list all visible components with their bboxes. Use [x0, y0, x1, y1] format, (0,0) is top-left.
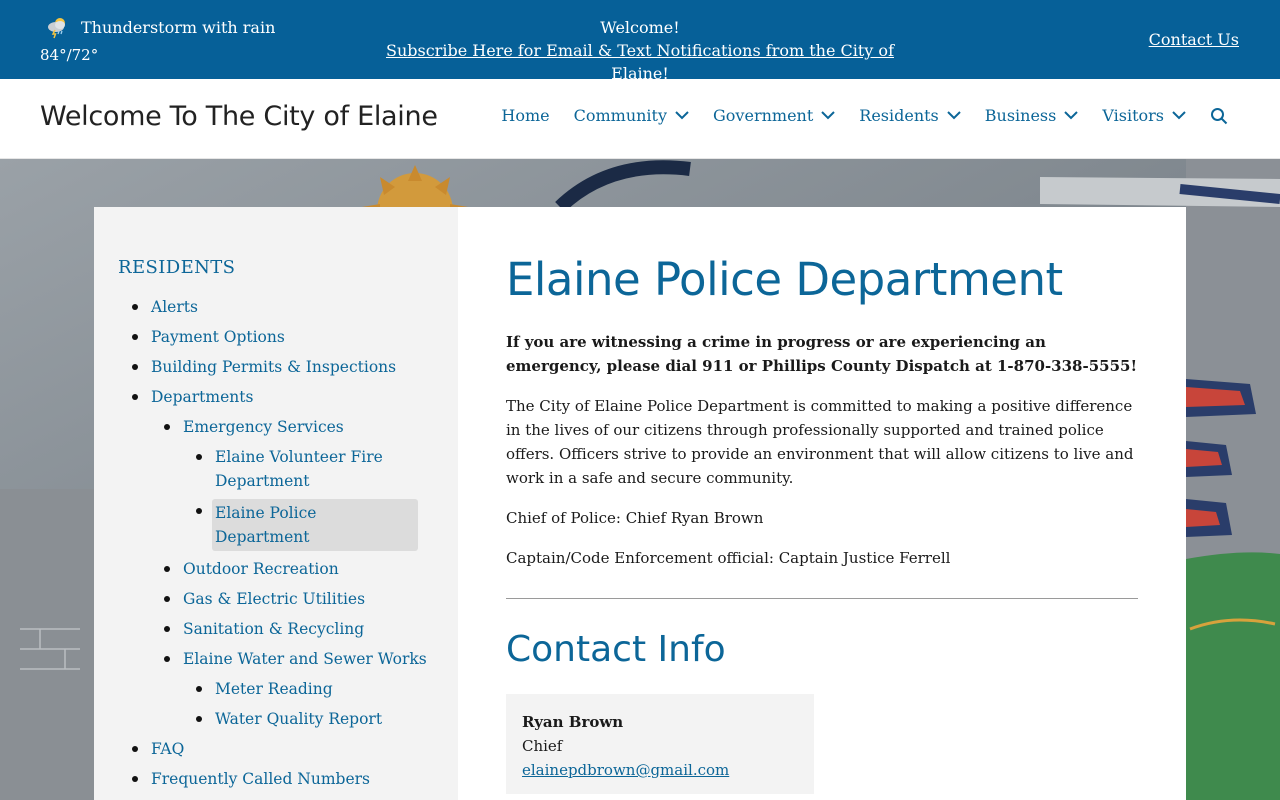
sidebar-link[interactable]: Departments — [151, 388, 253, 406]
page-title: Elaine Police Department — [506, 253, 1063, 306]
captain-info: Captain/Code Enforcement official: Capta… — [506, 549, 951, 567]
nav-home[interactable]: Home — [501, 106, 549, 125]
contact-us-link[interactable]: Contact Us — [1149, 30, 1239, 49]
sidebar-link[interactable]: Gas & Electric Utilities — [183, 590, 365, 608]
emergency-notice: If you are witnessing a crime in progres… — [506, 333, 1138, 375]
sidebar-link[interactable]: Alerts — [151, 298, 198, 316]
sidebar-link[interactable]: Emergency Services — [183, 418, 344, 436]
sidebar-link[interactable]: Sanitation & Recycling — [183, 620, 364, 638]
sidebar-item-outdoor-recreation[interactable]: Outdoor Recreation — [118, 557, 458, 581]
sidebar-item-meter-reading[interactable]: Meter Reading — [118, 677, 418, 701]
sidebar-link-active[interactable]: Elaine Police Department — [212, 499, 418, 551]
sidebar-item-gas-electric[interactable]: Gas & Electric Utilities — [118, 587, 458, 611]
sidebar-link[interactable]: Elaine Water and Sewer Works — [183, 650, 427, 668]
main-nav: Home Community Government Residents Busi… — [501, 106, 1228, 125]
site-title[interactable]: Welcome To The City of Elaine — [40, 101, 438, 132]
nav-label: Home — [501, 106, 550, 125]
sidebar-link[interactable]: Meter Reading — [215, 680, 333, 698]
sidebar-item-departments[interactable]: Departments — [118, 385, 458, 409]
contact-name: Ryan Brown — [522, 713, 624, 731]
nav-label: Government — [713, 106, 814, 125]
chevron-down-icon — [675, 111, 689, 120]
chevron-down-icon — [1172, 111, 1186, 120]
sidebar-item-building-permits[interactable]: Building Permits & Inspections — [118, 355, 458, 379]
sidebar-link[interactable]: Elaine Volunteer Fire Department — [215, 448, 383, 490]
sidebar-link[interactable]: Frequently Called Numbers — [151, 770, 370, 788]
sidebar-item-water-sewer[interactable]: Elaine Water and Sewer Works — [118, 647, 458, 671]
search-icon[interactable] — [1210, 107, 1228, 125]
top-alert-bar: Thunderstorm with rain 84°/72° Welcome! … — [0, 0, 1280, 83]
nav-government[interactable]: Government — [713, 106, 835, 125]
contact-email-link[interactable]: elainepdbrown@gmail.com — [522, 761, 729, 779]
chief-of-police: Chief of Police: Chief Ryan Brown — [506, 509, 764, 527]
nav-label: Community — [573, 106, 668, 125]
sidebar-item-emergency-services[interactable]: Emergency Services — [118, 415, 458, 439]
divider — [506, 598, 1138, 599]
chevron-down-icon — [821, 111, 835, 120]
weather-condition: Thunderstorm with rain — [81, 17, 276, 37]
welcome-message: Welcome! Subscribe Here for Email & Text… — [380, 16, 900, 85]
sidebar-link[interactable]: Outdoor Recreation — [183, 560, 339, 578]
chevron-down-icon — [1064, 111, 1079, 120]
sidebar-item-sanitation[interactable]: Sanitation & Recycling — [118, 617, 458, 641]
main-content: Elaine Police Department If you are witn… — [458, 207, 1186, 800]
intro-paragraph: The City of Elaine Police Department is … — [506, 397, 1134, 487]
content-card: RESIDENTS Alerts Payment Options Buildin… — [94, 207, 1186, 800]
contact-card: Ryan Brown Chief elainepdbrown@gmail.com — [506, 694, 814, 794]
contact-role: Chief — [522, 737, 563, 755]
thunderstorm-icon — [48, 18, 65, 39]
nav-business[interactable]: Business — [985, 106, 1079, 125]
sidebar-item-frequently-called[interactable]: Frequently Called Numbers — [118, 767, 458, 791]
sidebar-link[interactable]: Building Permits & Inspections — [151, 358, 396, 376]
nav-community[interactable]: Community — [574, 106, 689, 125]
weather-widget: Thunderstorm with rain — [46, 15, 275, 39]
welcome-text: Welcome! — [600, 18, 680, 37]
sidebar-item-faq[interactable]: FAQ — [118, 737, 458, 761]
nav-label: Residents — [859, 106, 939, 125]
nav-label: Visitors — [1102, 106, 1164, 125]
sidebar-heading[interactable]: RESIDENTS — [118, 257, 458, 278]
nav-visitors[interactable]: Visitors — [1102, 106, 1186, 125]
sidebar-item-alerts[interactable]: Alerts — [118, 295, 458, 319]
sidebar-item-water-quality[interactable]: Water Quality Report — [118, 707, 418, 731]
sidebar-list: Alerts Payment Options Building Permits … — [118, 295, 458, 791]
sidebar-link[interactable]: Payment Options — [151, 328, 285, 346]
weather-temps: 84°/72° — [40, 46, 99, 64]
nav-label: Business — [984, 106, 1057, 125]
sidebar-item-police-department[interactable]: Elaine Police Department — [118, 499, 418, 551]
site-header: Welcome To The City of Elaine Home Commu… — [0, 79, 1280, 159]
nav-residents[interactable]: Residents — [859, 106, 961, 125]
contact-info-heading: Contact Info — [506, 629, 726, 670]
sidebar-item-payment-options[interactable]: Payment Options — [118, 325, 458, 349]
sidebar-item-fire-department[interactable]: Elaine Volunteer Fire Department — [118, 445, 418, 493]
sidebar-link[interactable]: Water Quality Report — [215, 710, 382, 728]
chevron-down-icon — [947, 111, 961, 120]
sidebar-link[interactable]: FAQ — [151, 740, 184, 758]
sidebar: RESIDENTS Alerts Payment Options Buildin… — [94, 207, 458, 800]
